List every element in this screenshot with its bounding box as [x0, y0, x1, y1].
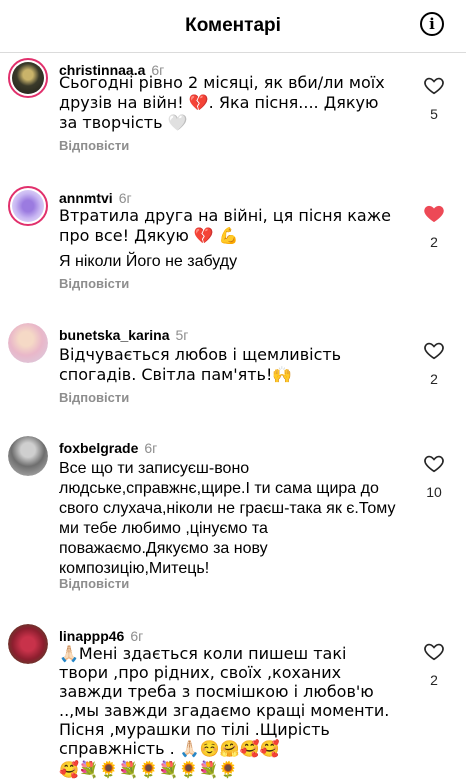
comment-text: 🙏🏻Мені здається коли пишеш такі твори ,п…: [59, 644, 390, 779]
comment-meta: linappp46 6г: [59, 628, 143, 644]
like-control[interactable]: 2: [422, 640, 446, 688]
comment-text: Втратила друга на війні, ця пісня каже п…: [59, 206, 391, 270]
comment-item: bunetska_karina 5г Відчувається любов і щ…: [0, 323, 466, 423]
avatar[interactable]: [8, 624, 48, 664]
like-count: 2: [430, 371, 438, 387]
comment-time: 6г: [144, 440, 158, 456]
like-count: 2: [430, 672, 438, 688]
heart-outline-icon[interactable]: [423, 640, 445, 662]
heart-outline-icon[interactable]: [423, 339, 445, 361]
comment-item: annmtvi 6г Втратила друга на війні, ця пі…: [0, 186, 466, 296]
comment-time: 6г: [118, 190, 132, 206]
comment-text: Все що ти записуєш-воно людське,справжнє…: [59, 460, 396, 577]
like-control[interactable]: 2: [422, 202, 446, 250]
heart-filled-icon[interactable]: [423, 202, 445, 224]
heart-outline-icon[interactable]: [423, 452, 445, 474]
comment-username[interactable]: annmtvi: [59, 190, 113, 206]
page-title: Коментарі: [185, 15, 281, 36]
like-control[interactable]: 2: [422, 339, 446, 387]
comment-item: foxbelgrade 6г Все що ти записуєш-воно лю…: [0, 436, 466, 601]
avatar[interactable]: [8, 58, 48, 98]
reply-button[interactable]: Відповісти: [59, 576, 129, 591]
comment-item: christinnaa.a 6г Сьогодні рівно 2 місяці,…: [0, 58, 466, 168]
info-icon[interactable]: i: [420, 12, 444, 36]
comment-username[interactable]: linappp46: [59, 628, 124, 644]
reply-button[interactable]: Відповісти: [59, 138, 129, 153]
comment-meta: bunetska_karina 5г: [59, 327, 188, 343]
comment-item: linappp46 6г 🙏🏻Мені здається коли пишеш т…: [0, 624, 466, 779]
comment-time: 6г: [130, 628, 144, 644]
avatar[interactable]: [8, 436, 48, 476]
avatar[interactable]: [8, 323, 48, 363]
heart-outline-icon[interactable]: [423, 74, 445, 96]
avatar[interactable]: [8, 186, 48, 226]
reply-button[interactable]: Відповісти: [59, 390, 129, 405]
comment-time: 5г: [175, 327, 189, 343]
comment-username[interactable]: foxbelgrade: [59, 440, 138, 456]
comment-text: Відчувається любов і щемливість спогадів…: [59, 345, 342, 384]
like-control[interactable]: 10: [422, 452, 446, 500]
comment-meta: foxbelgrade 6г: [59, 440, 157, 456]
like-control[interactable]: 5: [422, 74, 446, 122]
comment-username[interactable]: bunetska_karina: [59, 327, 170, 343]
reply-button[interactable]: Відповісти: [59, 276, 129, 291]
comment-text: Сьогодні рівно 2 місяці, як вби/ли моїх …: [59, 73, 385, 132]
like-count: 5: [430, 106, 438, 122]
like-count: 10: [426, 484, 442, 500]
comment-meta: annmtvi 6г: [59, 190, 132, 206]
like-count: 2: [430, 234, 438, 250]
comments-header: Коментарі i: [0, 0, 466, 53]
